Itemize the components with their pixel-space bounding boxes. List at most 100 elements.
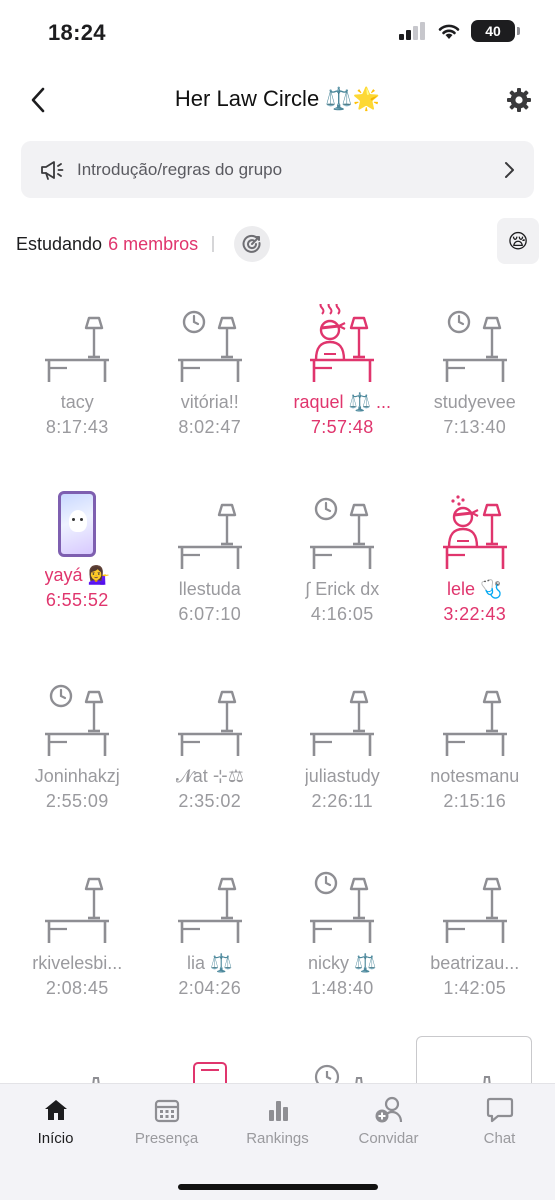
tab-convidar[interactable]: Convidar <box>333 1084 444 1164</box>
member-name: raquel ⚖️ ... <box>293 392 391 412</box>
megaphone-icon <box>41 160 64 180</box>
tab-presen-a[interactable]: Presença <box>111 1084 222 1164</box>
member-name: llestuda <box>178 579 241 599</box>
calendar-icon <box>152 1096 182 1124</box>
member-name: tacy <box>60 392 94 412</box>
members-grid: tacy 8:17:43 vitória!! 8:02:47 raquel ⚖️ ...… <box>11 290 541 1038</box>
gear-icon <box>507 88 531 112</box>
member-study-time: 2:35:02 <box>178 791 242 811</box>
member-study-time: 7:13:40 <box>443 417 507 437</box>
member-card[interactable]: notesmanu 2:15:16 <box>409 664 542 851</box>
member-study-time: 3:22:43 <box>443 604 507 624</box>
member-study-time: 8:02:47 <box>178 417 242 437</box>
status-time: 18:24 <box>48 20 106 45</box>
member-card[interactable]: ∫ Erick dx 4:16:05 <box>276 477 409 664</box>
member-study-time: 2:15:16 <box>443 791 507 811</box>
member-card[interactable]: lia ⚖️ 2:04:26 <box>144 851 277 1038</box>
member-name: beatrizau... <box>430 953 520 973</box>
chevron-right-icon <box>505 161 514 178</box>
wifi-icon <box>438 24 460 39</box>
member-name: lia ⚖️ <box>187 953 233 973</box>
member-name: juliastudy <box>304 766 380 786</box>
focus-toggle-button[interactable] <box>234 226 271 262</box>
page-title: Her Law Circle ⚖️🌟 <box>174 86 381 111</box>
member-card[interactable]: yayá 💁‍♀️ 6:55:52 <box>11 477 144 664</box>
member-card[interactable]: vitória!! 8:02:47 <box>144 290 277 477</box>
member-study-time: 6:07:10 <box>178 604 242 624</box>
member-name: notesmanu <box>430 766 520 786</box>
member-study-time: 2:08:45 <box>45 978 109 998</box>
member-name: vitória!! <box>180 392 239 412</box>
tab-chat[interactable]: Chat <box>444 1084 555 1164</box>
desk-clock-icon <box>310 497 375 569</box>
home-icon <box>41 1096 71 1124</box>
group-rules-banner[interactable]: Introdução/regras do grupo <box>21 141 534 198</box>
member-card[interactable]: rkivelesbi... 2:08:45 <box>11 851 144 1038</box>
studying-person-icon <box>310 304 375 382</box>
member-name: rkivelesbi... <box>32 953 123 973</box>
desk-icon <box>177 690 242 756</box>
tab-label: Convidar <box>358 1130 419 1147</box>
member-card[interactable]: juliastudy 2:26:11 <box>276 664 409 851</box>
status-icons: 40 <box>399 20 520 42</box>
member-card[interactable]: Joninhakzj 2:55:09 <box>11 664 144 851</box>
member-study-time: 7:57:48 <box>310 417 374 437</box>
tab-rankings[interactable]: Rankings <box>222 1084 333 1164</box>
tab-in-cio[interactable]: Início <box>0 1084 111 1164</box>
member-card[interactable]: beatrizau... 1:42:05 <box>409 851 542 1038</box>
member-card[interactable]: lele 🩺 3:22:43 <box>409 477 542 664</box>
member-study-time: 6:55:52 <box>45 590 109 610</box>
target-icon <box>242 234 261 253</box>
member-study-time: 2:55:09 <box>45 791 109 811</box>
desk-icon <box>310 690 375 756</box>
member-card[interactable]: 𝓝at ⊹⚖ 2:35:02 <box>144 664 277 851</box>
add-user-icon <box>374 1096 404 1124</box>
desk-icon <box>442 690 507 756</box>
desk-clock-icon <box>45 684 110 756</box>
desk-icon <box>177 503 242 569</box>
mood-button[interactable]: 😪 <box>497 218 539 264</box>
member-name: yayá 💁‍♀️ <box>44 565 110 585</box>
desk-clock-icon <box>442 310 507 382</box>
member-card[interactable]: raquel ⚖️ ... 7:57:48 <box>276 290 409 477</box>
member-card[interactable]: tacy 8:17:43 <box>11 290 144 477</box>
tab-bar: Início Presença Rankings Convidar Chat <box>0 1083 555 1200</box>
desk-icon <box>45 877 110 943</box>
desk-clock-icon <box>310 871 375 943</box>
tab-label: Início <box>37 1130 74 1147</box>
chat-icon <box>485 1096 515 1124</box>
member-study-time: 8:17:43 <box>45 417 109 437</box>
home-indicator <box>178 1184 378 1190</box>
desk-clock-icon <box>177 310 242 382</box>
studying-label: Estudando <box>16 233 103 254</box>
member-study-time: 4:16:05 <box>310 604 374 624</box>
bar-chart-icon <box>263 1096 293 1124</box>
tabs: Início Presença Rankings Convidar Chat <box>0 1084 555 1164</box>
phone-studying-icon <box>58 491 97 557</box>
studying-count[interactable]: 6 membros <box>108 234 198 255</box>
member-name: 𝓝at ⊹⚖ <box>175 766 244 786</box>
divider <box>212 236 215 252</box>
member-study-time: 2:26:11 <box>311 791 374 811</box>
member-study-time: 2:04:26 <box>178 978 242 998</box>
tab-label: Presença <box>134 1130 199 1147</box>
member-name: studyevee <box>433 392 516 412</box>
member-card[interactable]: nicky ⚖️ 1:48:40 <box>276 851 409 1038</box>
member-study-time: 1:42:05 <box>443 978 507 998</box>
member-name: ∫ Erick dx <box>305 579 380 599</box>
desk-icon <box>442 877 507 943</box>
desk-icon <box>45 316 110 382</box>
tab-label: Chat <box>483 1130 516 1147</box>
members-grid-overflow <box>11 1036 541 1096</box>
status-bar: 18:24 40 <box>0 0 555 64</box>
group-rules-label: Introdução/regras do grupo <box>77 159 283 179</box>
studying-person-icon <box>442 495 507 569</box>
settings-button[interactable] <box>501 82 537 118</box>
battery-indicator: 40 <box>471 20 520 42</box>
member-card[interactable]: llestuda 6:07:10 <box>144 477 277 664</box>
desk-icon <box>177 877 242 943</box>
member-card[interactable]: studyevee 7:13:40 <box>409 290 542 477</box>
studying-summary: Estudando 6 membros 😪 <box>16 218 539 266</box>
member-name: Joninhakzj <box>34 766 120 786</box>
member-study-time: 1:48:40 <box>310 978 374 998</box>
